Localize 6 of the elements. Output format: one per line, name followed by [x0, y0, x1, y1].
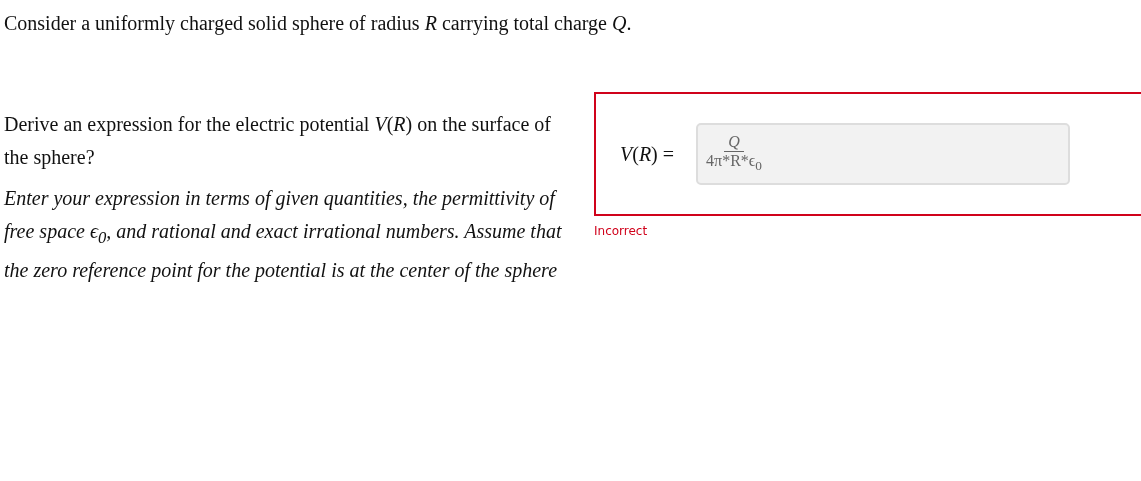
instructions-text: Enter your expression in terms of given quantities, the permittivity of free space ϵ$_{0}$, and rational and exact irrational numbers. Assume that the zero reference point for the potential is at the center of the sphere: [4, 186, 563, 284]
answer-label: V(R) =: [620, 142, 675, 166]
question-text: Derive an expression for the electric potential V(R) on the surface of the sphere?: [4, 112, 552, 171]
feedback-text: Incorrect: [594, 224, 649, 238]
answer-fraction: Q 4π*R*ϵ$_{0}$: [706, 132, 762, 176]
intro-text: Consider a uniformly charged solid sphere of radius R carrying total charge Q.: [4, 11, 633, 37]
